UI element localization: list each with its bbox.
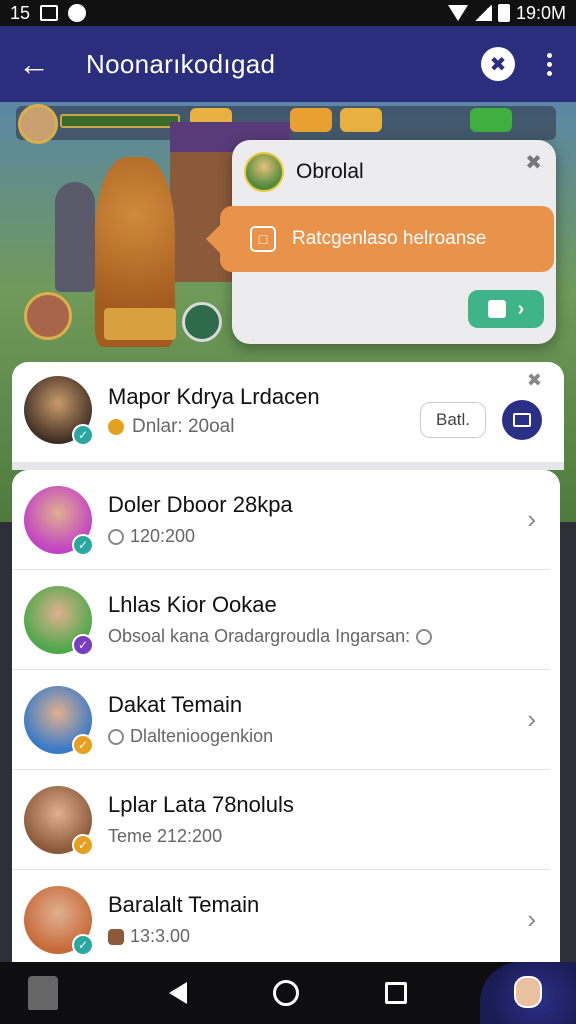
avatar: ✓ bbox=[24, 376, 94, 446]
list-item[interactable]: ✓ Baralalt Temain 13:3.00 › bbox=[12, 870, 550, 962]
clock-icon bbox=[108, 528, 124, 545]
list-item-subtitle-text: Obsoal kana Oradargroudla Ingarsan: bbox=[108, 626, 411, 646]
avatar-mini-icon bbox=[108, 928, 124, 945]
banner-text: Ratcgenlaso helroanse bbox=[292, 228, 487, 249]
wifi-icon bbox=[447, 5, 468, 21]
status-bar: 15 19:0M bbox=[0, 0, 576, 26]
game-round-button bbox=[182, 302, 222, 342]
more-vert-icon[interactable] bbox=[541, 49, 558, 80]
game-character bbox=[55, 182, 95, 292]
app-bar: ← Noonarıkodıgad ✖ bbox=[0, 26, 576, 102]
chat-popup[interactable]: Obrolal ✖ □ Ratcgenlaso helroanse › bbox=[206, 140, 556, 344]
list-item-subtitle: 120:200 bbox=[108, 526, 195, 547]
message-icon bbox=[487, 300, 506, 318]
chevron-right-icon: › bbox=[517, 297, 525, 320]
game-icon[interactable] bbox=[28, 976, 58, 1010]
avatar: ✓ bbox=[24, 486, 94, 556]
game-avatar bbox=[24, 292, 72, 340]
coin-icon bbox=[108, 419, 124, 435]
divider bbox=[12, 462, 564, 470]
assistant-icon[interactable] bbox=[480, 962, 576, 1024]
popup-go-button[interactable]: › bbox=[468, 290, 544, 328]
chat-open-icon[interactable] bbox=[502, 400, 542, 440]
badge-icon: ✓ bbox=[72, 634, 94, 656]
badge-icon: ✓ bbox=[72, 834, 94, 856]
nav-back-icon[interactable] bbox=[169, 982, 187, 1004]
popup-banner[interactable]: □ Ratcgenlaso helroanse bbox=[206, 206, 554, 272]
avatar: ✓ bbox=[24, 686, 94, 756]
game-badge bbox=[340, 108, 382, 132]
list-item[interactable]: ✓ Lplar Lata 78noluls Teme 212:200 bbox=[12, 770, 550, 870]
list-item[interactable]: ✓ Dakat Temain Dlaltenioogenkion › bbox=[12, 670, 550, 770]
list-item-title: Dakat Temain bbox=[108, 692, 243, 717]
list-item[interactable]: ✓ Lhlas Kior Ookae Obsoal kana Oradargro… bbox=[12, 570, 550, 670]
chat-list: ✓ Doler Dboor 28kpa 120:200 › ✓ Lhlas Ki… bbox=[12, 470, 560, 962]
list-item-subtitle-text: 13:3.00 bbox=[130, 926, 191, 946]
list-item-title: Lhlas Kior Ookae bbox=[108, 592, 277, 617]
badge-icon: ✓ bbox=[72, 734, 94, 756]
pinned-chat[interactable]: ✓ Mapor Kdrya Lrdacen Dnlar: 20oal ✖ Bat… bbox=[12, 362, 564, 462]
avatar bbox=[244, 152, 284, 192]
verified-icon: ✓ bbox=[72, 934, 94, 956]
game-progress-gauge bbox=[60, 114, 180, 128]
close-icon[interactable]: ✖ bbox=[527, 370, 542, 391]
pinned-subtitle: Dnlar: 20oal bbox=[108, 416, 234, 438]
list-item-subtitle: Obsoal kana Oradargroudla Ingarsan: bbox=[108, 626, 433, 647]
list-item-subtitle-text: Dlaltenioogenkion bbox=[130, 726, 274, 746]
image-icon bbox=[40, 5, 59, 21]
chevron-right-icon[interactable]: › bbox=[527, 704, 536, 735]
list-item-subtitle-text: Teme 212:200 bbox=[108, 826, 223, 846]
chat-icon: □ bbox=[250, 226, 276, 252]
close-icon[interactable]: ✖ bbox=[525, 150, 542, 175]
list-item-title: Baralalt Temain bbox=[108, 892, 260, 917]
status-left: 15 bbox=[10, 2, 87, 24]
signal-icon bbox=[473, 5, 492, 21]
game-badge bbox=[470, 108, 512, 132]
app-bar-actions: ✖ bbox=[481, 47, 558, 81]
verified-icon: ✓ bbox=[72, 534, 94, 556]
nav-home-icon[interactable] bbox=[273, 980, 299, 1006]
status-time-left: 15 bbox=[10, 2, 31, 23]
nav-recent-icon[interactable] bbox=[385, 982, 407, 1004]
status-right: 19:0M bbox=[447, 2, 566, 24]
notification-icon bbox=[68, 4, 87, 22]
wrench-icon[interactable]: ✖ bbox=[481, 47, 515, 81]
game-action-bar bbox=[104, 308, 176, 340]
navigation-bar bbox=[0, 962, 576, 1024]
game-player-avatar bbox=[18, 104, 58, 144]
page-title: Noonarıkodıgad bbox=[86, 48, 276, 79]
popup-name: Obrolal bbox=[296, 160, 364, 183]
list-item-subtitle: 13:3.00 bbox=[108, 926, 190, 947]
list-item-title: Doler Dboor 28kpa bbox=[108, 492, 293, 517]
avatar: ✓ bbox=[24, 786, 94, 856]
thumbs-up-icon bbox=[108, 728, 124, 745]
emoji-icon bbox=[416, 628, 433, 645]
list-item[interactable]: ✓ Doler Dboor 28kpa 120:200 › bbox=[12, 470, 550, 570]
pinned-subtitle-text: Dnlar: 20oal bbox=[132, 416, 235, 437]
list-item-subtitle: Dlaltenioogenkion bbox=[108, 726, 273, 747]
verified-icon: ✓ bbox=[72, 424, 94, 446]
status-time-right: 19:0M bbox=[515, 2, 566, 23]
avatar: ✓ bbox=[24, 886, 94, 956]
chevron-right-icon[interactable]: › bbox=[527, 904, 536, 935]
pinned-title: Mapor Kdrya Lrdacen bbox=[108, 384, 320, 409]
battery-icon bbox=[497, 4, 510, 22]
list-item-title: Lplar Lata 78noluls bbox=[108, 792, 294, 817]
battle-button[interactable]: Batl. bbox=[420, 402, 486, 438]
list-item-subtitle: Teme 212:200 bbox=[108, 826, 222, 847]
chevron-right-icon[interactable]: › bbox=[527, 504, 536, 535]
avatar: ✓ bbox=[24, 586, 94, 656]
list-item-subtitle-text: 120:200 bbox=[130, 526, 196, 546]
game-badge bbox=[290, 108, 332, 132]
back-arrow-icon[interactable]: ← bbox=[18, 46, 58, 83]
